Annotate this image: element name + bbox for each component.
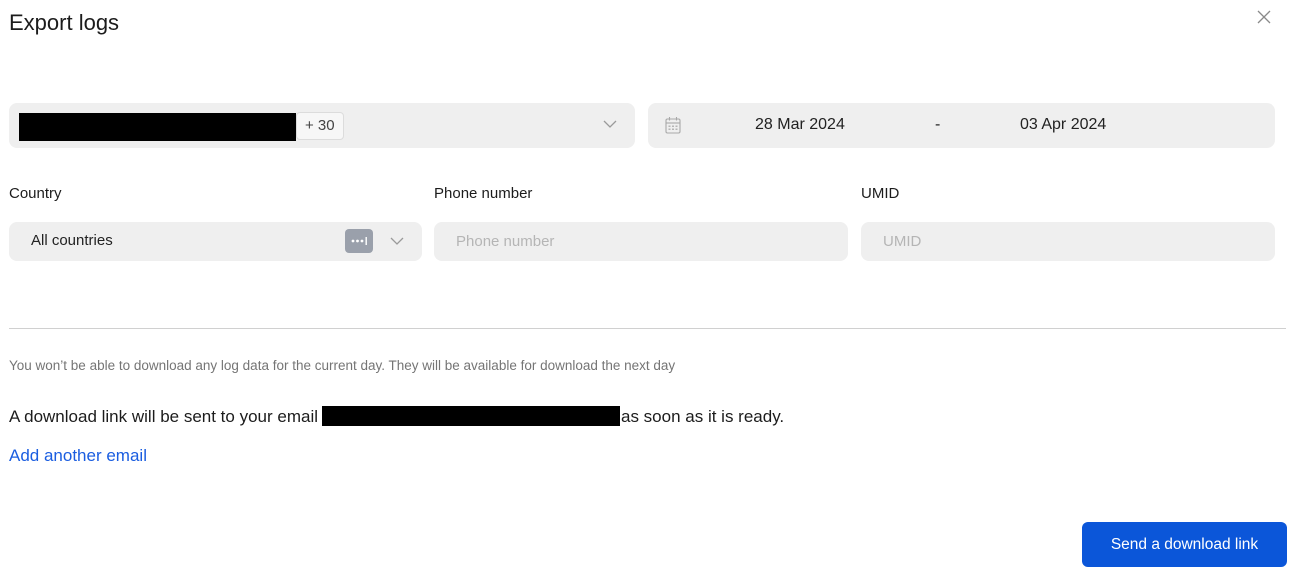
extra-count-badge: + 30 — [296, 112, 344, 140]
calendar-icon — [665, 116, 681, 134]
availability-note: You won’t be able to download any log da… — [9, 358, 676, 373]
chevron-down-icon[interactable] — [390, 237, 404, 245]
country-label: Country — [9, 185, 62, 202]
date-range-picker[interactable]: 28 Mar 2024 - 03 Apr 2024 — [648, 103, 1275, 148]
phone-label: Phone number — [434, 185, 533, 202]
umid-label: UMID — [861, 185, 900, 202]
send-download-link-button[interactable]: Send a download link — [1082, 522, 1287, 567]
phone-number-input[interactable] — [434, 222, 848, 261]
umid-input[interactable] — [861, 222, 1275, 261]
country-select[interactable]: All countries — [9, 222, 422, 261]
redacted-email — [322, 406, 620, 426]
date-to[interactable]: 03 Apr 2024 — [1020, 116, 1106, 134]
more-icon[interactable] — [345, 229, 373, 253]
email-notice: A download link will be sent to your ema… — [9, 406, 784, 427]
dialog-title: Export logs — [9, 10, 120, 35]
date-from[interactable]: 28 Mar 2024 — [755, 116, 845, 134]
account-select[interactable]: + 30 — [9, 103, 635, 148]
date-separator: - — [935, 116, 941, 133]
chevron-down-icon[interactable] — [603, 120, 617, 128]
email-notice-prefix: A download link will be sent to your ema… — [9, 407, 318, 426]
divider — [9, 328, 1286, 329]
close-icon[interactable] — [1257, 10, 1273, 26]
add-another-email-link[interactable]: Add another email — [9, 446, 147, 466]
email-notice-suffix: as soon as it is ready. — [621, 407, 785, 426]
country-value: All countries — [31, 232, 113, 249]
redacted-account — [19, 113, 296, 141]
